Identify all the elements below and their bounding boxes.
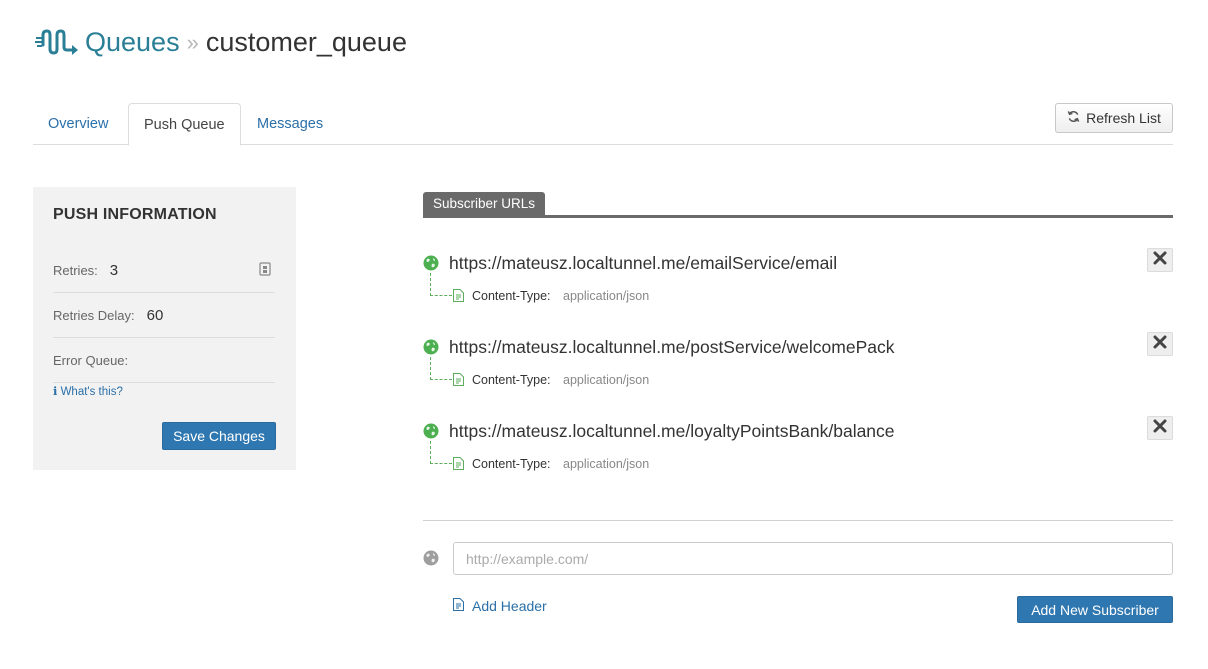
globe-icon (423, 550, 439, 566)
retries-delay-value[interactable]: 60 (147, 307, 164, 324)
subscriber-item: https://mateusz.localtunnel.me/emailServ… (423, 245, 1173, 315)
refresh-list-button[interactable]: Refresh List (1055, 103, 1173, 133)
new-subscriber-url-input[interactable] (453, 542, 1173, 575)
tab-push-queue[interactable]: Push Queue (128, 103, 241, 146)
delete-subscriber-button[interactable] (1147, 332, 1173, 356)
push-information-panel: PUSH INFORMATION Retries: 3 Retries Dela… (33, 187, 296, 470)
divider (423, 520, 1173, 521)
save-changes-button[interactable]: Save Changes (162, 422, 276, 450)
delete-subscriber-button[interactable] (1147, 416, 1173, 440)
queue-logo-icon (35, 25, 79, 59)
header-value: application/json (563, 457, 650, 471)
document-icon (453, 457, 464, 470)
page-title: customer_queue (205, 26, 407, 57)
header-key: Content-Type: (472, 373, 551, 387)
breadcrumb-separator: » (186, 30, 199, 55)
retries-label: Retries: (53, 262, 98, 278)
error-queue-label: Error Queue: (53, 352, 129, 368)
delete-subscriber-button[interactable] (1147, 248, 1173, 272)
close-icon (1153, 419, 1167, 438)
document-icon (453, 289, 464, 302)
tab-messages[interactable]: Messages (242, 103, 338, 145)
breadcrumb: Queues » customer_queue (35, 22, 407, 62)
panel-title: PUSH INFORMATION (53, 206, 217, 223)
document-icon (453, 598, 464, 614)
tab-overview[interactable]: Overview (33, 103, 123, 145)
header-key: Content-Type: (472, 289, 551, 303)
close-icon (1153, 335, 1167, 354)
tab-bar: Overview Push Queue Messages (33, 103, 1173, 146)
error-queue-field[interactable]: Error Queue: (53, 338, 275, 383)
subscriber-url[interactable]: https://mateusz.localtunnel.me/emailServ… (449, 253, 837, 274)
header-value: application/json (563, 289, 650, 303)
close-icon (1153, 251, 1167, 270)
info-icon: ℹ (53, 386, 58, 398)
subscriber-item: https://mateusz.localtunnel.me/loyaltyPo… (423, 413, 1173, 483)
subscriber-urls-label: Subscriber URLs (423, 192, 546, 215)
retries-value[interactable]: 3 (110, 262, 118, 279)
globe-icon (423, 339, 439, 355)
retries-delay-label: Retries Delay: (53, 307, 135, 323)
add-new-subscriber-button[interactable]: Add New Subscriber (1017, 596, 1173, 623)
retries-field[interactable]: Retries: 3 (53, 248, 275, 293)
globe-icon (423, 255, 439, 271)
header-connector (430, 441, 452, 464)
add-header-label: Add Header (472, 598, 547, 614)
subscriber-urls-header: Subscriber URLs (423, 191, 1173, 218)
globe-icon (423, 423, 439, 439)
subscriber-url[interactable]: https://mateusz.localtunnel.me/postServi… (449, 337, 894, 358)
add-header-link[interactable]: Add Header (453, 598, 547, 614)
subscriber-item: https://mateusz.localtunnel.me/postServi… (423, 329, 1173, 399)
whats-this-label: What's this? (60, 386, 123, 398)
breadcrumb-queues-link[interactable]: Queues (85, 27, 180, 58)
header-value: application/json (563, 373, 650, 387)
header-connector (430, 273, 452, 296)
header-key: Content-Type: (472, 457, 551, 471)
edit-field-icon[interactable] (259, 262, 271, 276)
whats-this-link[interactable]: ℹ What's this? (53, 384, 123, 398)
retries-delay-field[interactable]: Retries Delay: 60 (53, 293, 275, 338)
refresh-icon (1067, 110, 1080, 126)
header-connector (430, 357, 452, 380)
document-icon (453, 373, 464, 386)
refresh-list-label: Refresh List (1086, 110, 1161, 126)
subscriber-url[interactable]: https://mateusz.localtunnel.me/loyaltyPo… (449, 421, 895, 442)
